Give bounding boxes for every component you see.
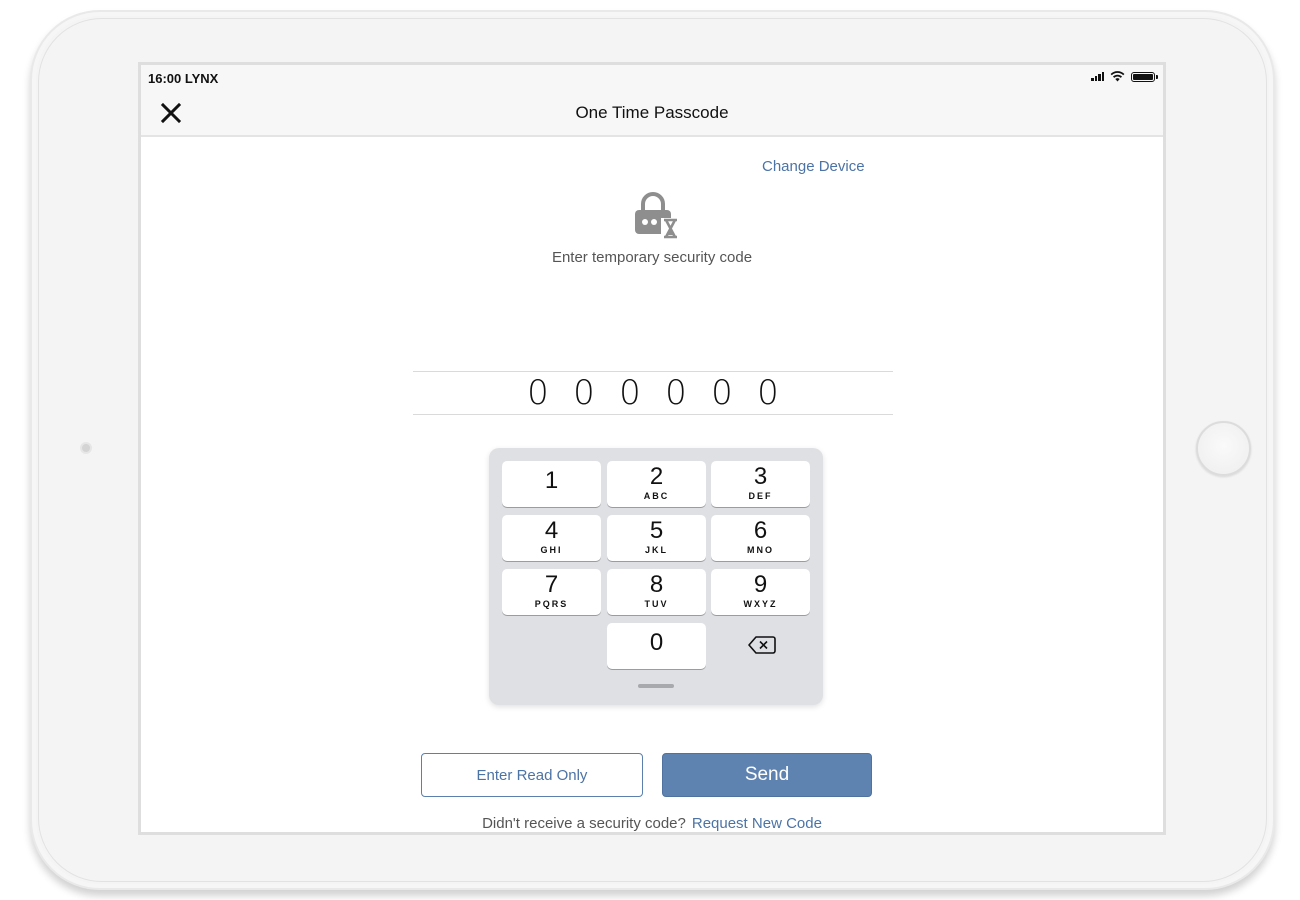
numeric-keypad: 1 2 ABC 3 DEF 4 GHI 5 JKL 6 MNO 7 PQRS 8… [489, 448, 823, 705]
key-letters: WXYZ [743, 599, 778, 609]
status-icons [1091, 71, 1158, 82]
resend-prompt-text: Didn't receive a security code? [482, 815, 686, 832]
status-carrier: LYNX [184, 71, 219, 86]
key-6[interactable]: 6 MNO [711, 515, 810, 561]
key-3[interactable]: 3 DEF [711, 461, 810, 507]
backspace-icon[interactable] [747, 634, 777, 656]
key-5[interactable]: 5 JKL [607, 515, 706, 561]
key-letters: DEF [748, 491, 773, 501]
signal-icon [1091, 72, 1104, 81]
code-digit: 0 [573, 373, 595, 413]
key-9[interactable]: 9 WXYZ [711, 569, 810, 615]
code-digit: 0 [527, 373, 549, 413]
key-letters: TUV [644, 599, 669, 609]
key-4[interactable]: 4 GHI [502, 515, 601, 561]
key-letters: GHI [540, 545, 563, 555]
key-7[interactable]: 7 PQRS [502, 569, 601, 615]
key-1[interactable]: 1 [502, 461, 601, 507]
keypad-drag-handle[interactable] [638, 684, 674, 688]
key-letters: MNO [747, 545, 774, 555]
key-number: 6 [753, 517, 768, 544]
app-screen: 16:00 LYNX One Time Passcode Change Devi… [138, 62, 1166, 835]
key-number: 7 [544, 571, 559, 598]
instruction-text: Enter temporary security code [551, 249, 753, 266]
status-bar: 16:00 LYNX [141, 65, 1163, 89]
battery-level [1133, 73, 1153, 80]
key-8[interactable]: 8 TUV [607, 569, 706, 615]
key-letters: ABC [643, 491, 670, 501]
page-title: One Time Passcode [575, 103, 729, 122]
key-letters: JKL [644, 545, 668, 555]
lock-timer-icon [635, 192, 680, 239]
key-2[interactable]: 2 ABC [607, 461, 706, 507]
key-number: 0 [649, 629, 664, 656]
send-button[interactable]: Send [662, 753, 872, 797]
battery-icon [1131, 71, 1158, 82]
code-digit: 0 [711, 373, 733, 413]
change-device-link[interactable]: Change Device [762, 158, 865, 175]
key-number: 1 [544, 467, 559, 494]
home-button[interactable] [1196, 421, 1251, 476]
wifi-icon [1110, 71, 1125, 82]
camera-icon [80, 442, 92, 454]
key-number: 2 [649, 463, 664, 490]
key-letters: PQRS [534, 599, 569, 609]
key-number: 8 [649, 571, 664, 598]
enter-read-only-button[interactable]: Enter Read Only [421, 753, 643, 797]
key-number: 5 [649, 517, 664, 544]
status-time: 16:00 [148, 71, 182, 86]
nav-bar: One Time Passcode [141, 89, 1163, 137]
status-time-carrier: 16:00 LYNX [148, 71, 218, 86]
key-0[interactable]: 0 [607, 623, 706, 669]
code-digit: 0 [665, 373, 687, 413]
code-digit: 0 [619, 373, 641, 413]
code-digit: 0 [757, 373, 779, 413]
key-number: 9 [753, 571, 768, 598]
passcode-input[interactable]: 0 0 0 0 0 0 [413, 371, 893, 415]
key-number: 4 [544, 517, 559, 544]
key-number: 3 [753, 463, 768, 490]
resend-prompt: Didn't receive a security code? Request N… [141, 815, 1163, 832]
request-new-code-link[interactable]: Request New Code [692, 815, 822, 832]
